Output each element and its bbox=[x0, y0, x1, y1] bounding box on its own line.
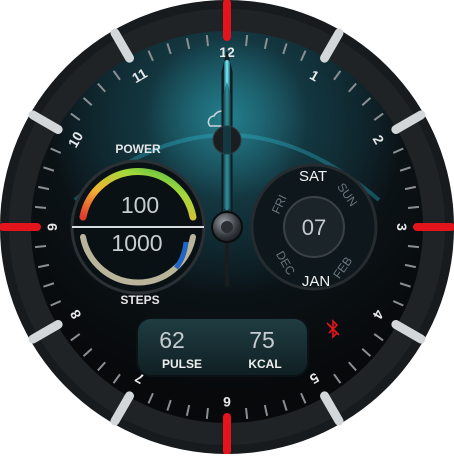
day-current: SAT bbox=[299, 168, 327, 185]
minute-tick bbox=[407, 205, 420, 209]
watch-face-svg: 121234567891011 POWER 100 1000 STEPS FRI… bbox=[0, 0, 454, 455]
power-value: 100 bbox=[121, 192, 159, 218]
health-panel: 62 PULSE 75 KCAL bbox=[136, 317, 309, 377]
minute-tick bbox=[205, 407, 209, 420]
power-label: POWER bbox=[115, 142, 161, 156]
kcal-value: 75 bbox=[249, 327, 275, 353]
minute-tick bbox=[205, 34, 209, 47]
hour-numeral: 6 bbox=[223, 394, 231, 410]
hour-numeral: 9 bbox=[44, 223, 60, 231]
hour-hand bbox=[223, 82, 231, 212]
center-cap-inner bbox=[221, 221, 233, 233]
date-number: 07 bbox=[302, 215, 326, 240]
month-current: JAN bbox=[302, 273, 330, 290]
steps-label: STEPS bbox=[120, 293, 159, 307]
hour-numeral: 3 bbox=[394, 223, 410, 231]
steps-value: 1000 bbox=[111, 230, 162, 256]
minute-tick bbox=[245, 34, 249, 47]
date-dial: FRI SAT SUN 07 DEC JAN FEB bbox=[250, 163, 378, 291]
pulse-label: PULSE bbox=[162, 357, 202, 371]
minute-tick bbox=[34, 245, 47, 249]
kcal-label: KCAL bbox=[248, 357, 281, 371]
minute-tick bbox=[245, 407, 249, 420]
pulse-value: 62 bbox=[159, 327, 185, 353]
minute-tick bbox=[34, 205, 47, 209]
watch-face: 121234567891011 POWER 100 1000 STEPS FRI… bbox=[0, 0, 454, 455]
minute-tick bbox=[407, 245, 420, 249]
